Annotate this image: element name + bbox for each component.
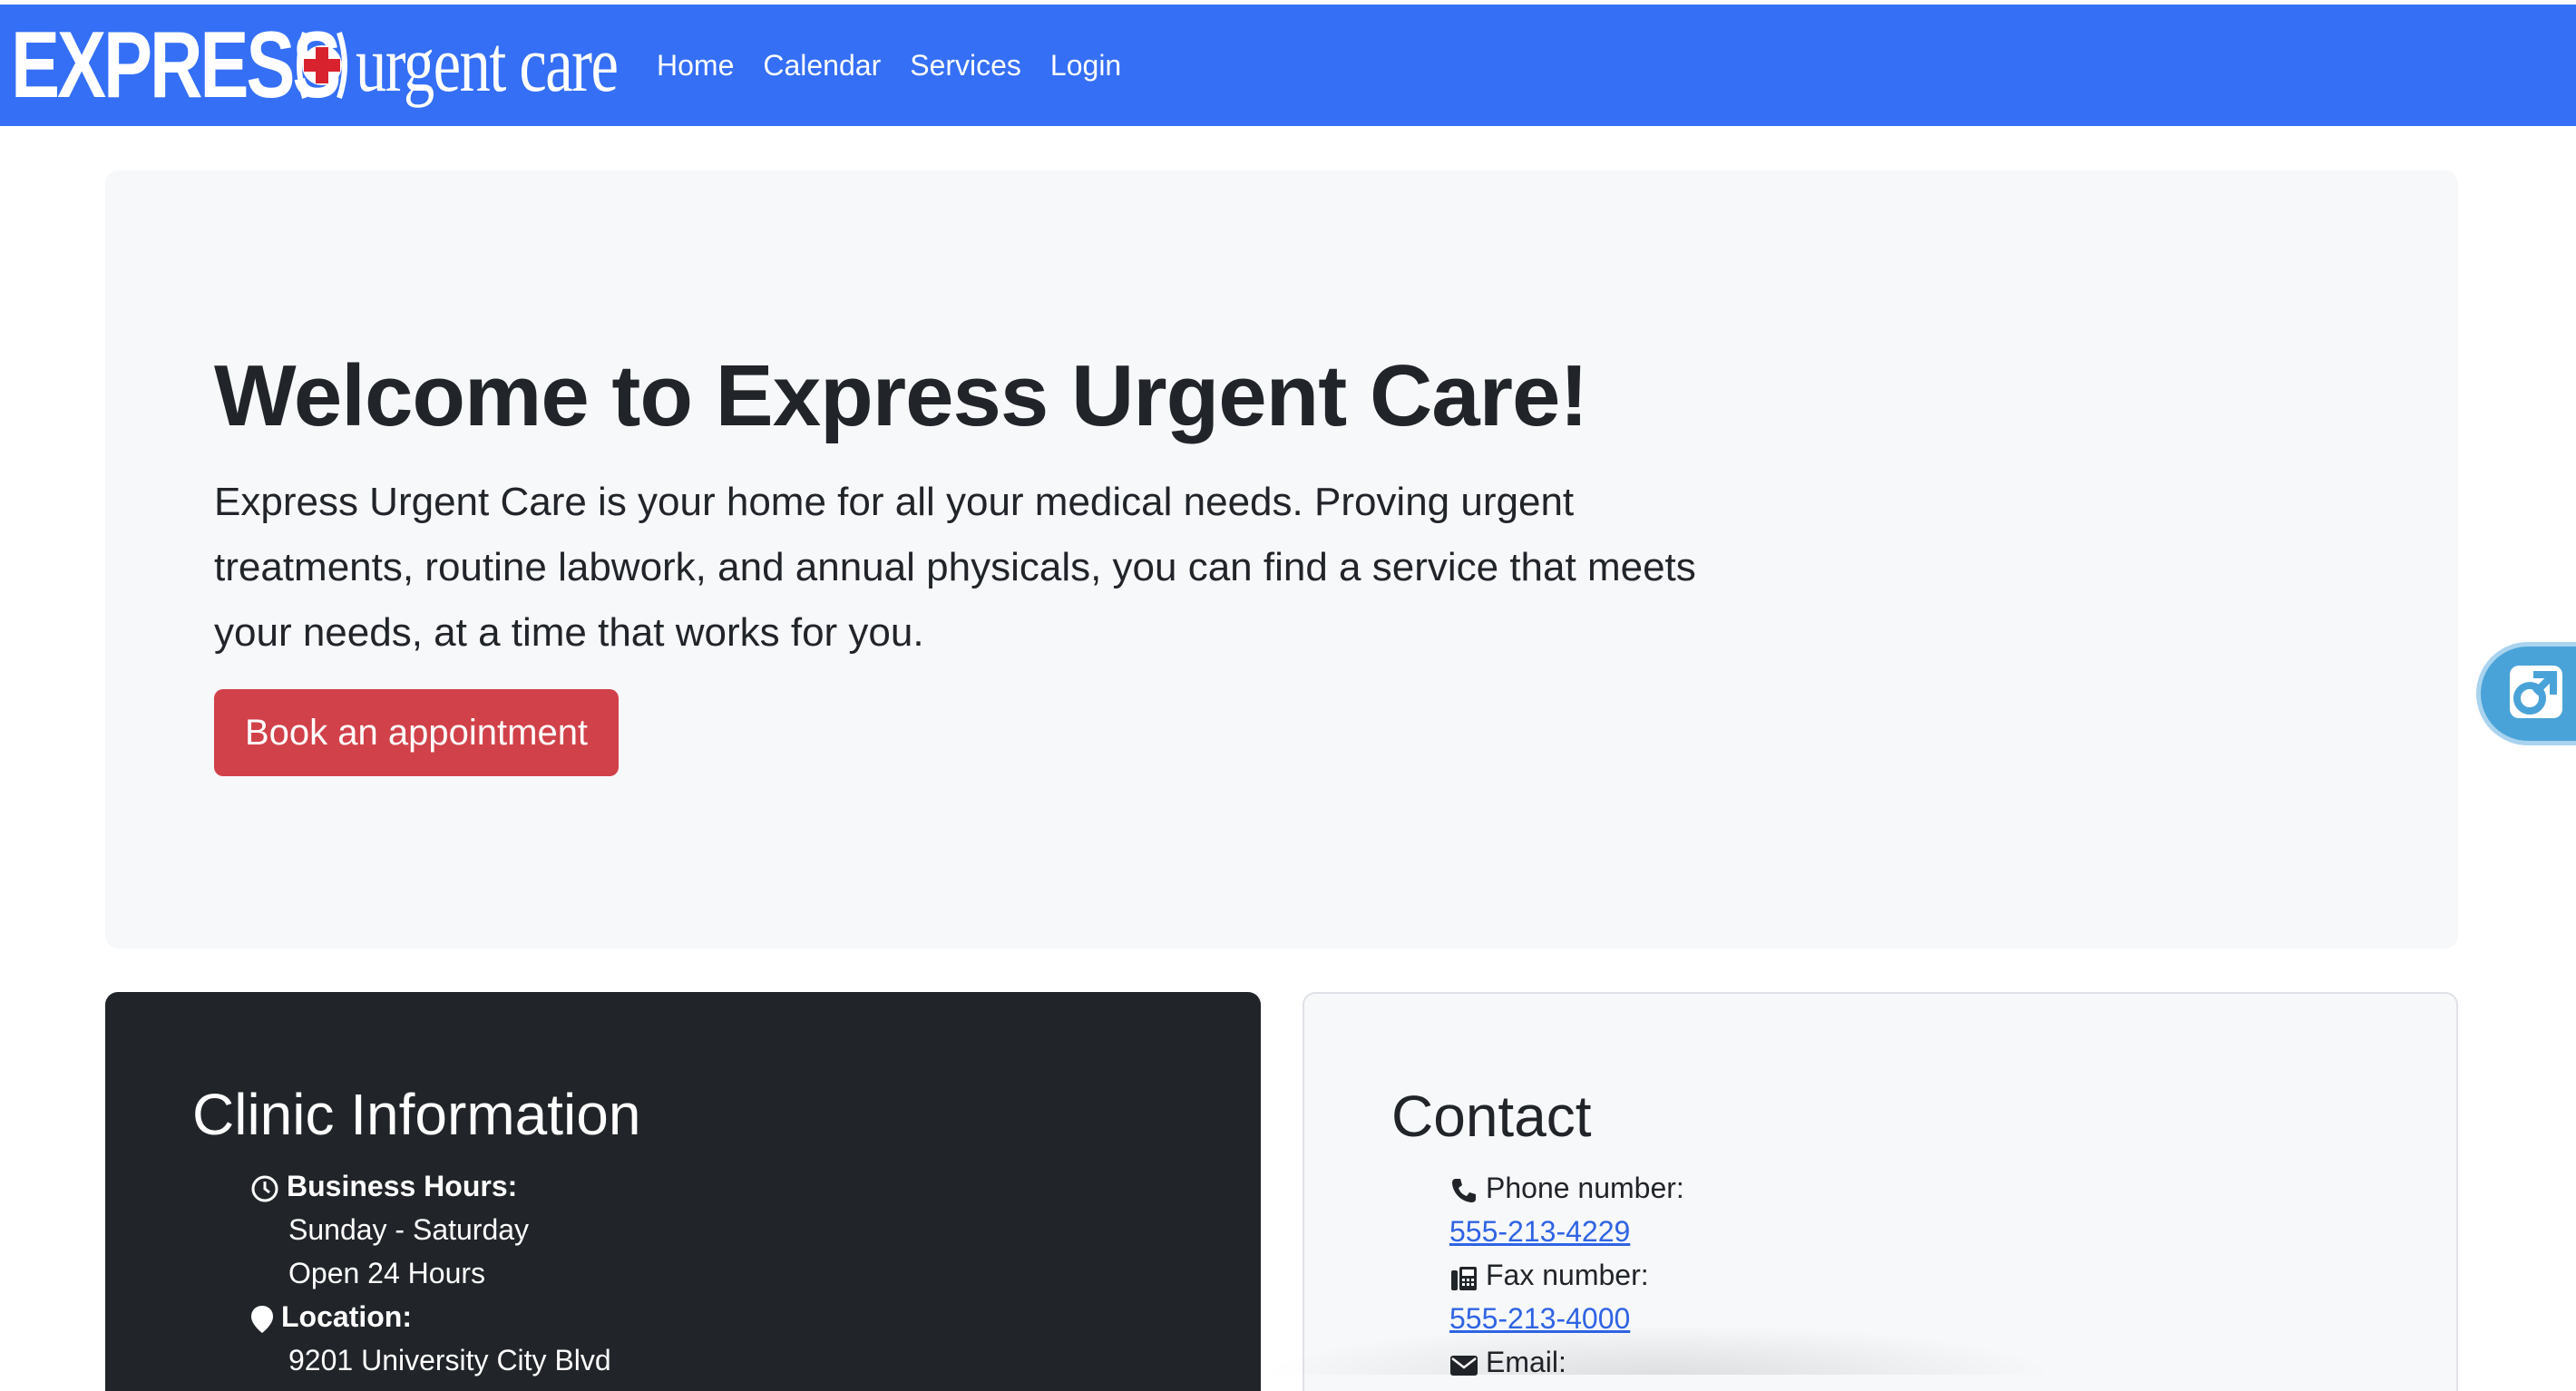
nav-home-link[interactable]: Home [642,49,748,83]
business-hours-label: Business Hours: [287,1170,518,1202]
hero-description: Express Urgent Care is your home for all… [214,480,1696,655]
brand-express-text: EXPRESS [11,13,342,118]
top-navbar: EXPRESS urgent care Home Calendar Servic… [0,5,2576,126]
location-row: Location: [250,1295,611,1338]
medical-cross-icon [292,27,352,103]
phone-label: Phone number: [1486,1172,1684,1204]
contact-list: Phone number: 555-213-4229 Fax number: 5… [1449,1166,1684,1384]
book-appointment-button[interactable]: Book an appointment [214,689,620,776]
email-label: Email: [1486,1346,1566,1378]
accessibility-widget-button[interactable] [2476,642,2576,745]
business-hours-row: Business Hours: [250,1164,611,1208]
clinic-information-title: Clinic Information [192,1082,641,1147]
phone-row: Phone number: [1449,1166,1684,1210]
accessibility-arrow-icon [2508,664,2564,725]
clinic-info-list: Business Hours: Sunday - Saturday Open 2… [250,1164,611,1382]
business-hours-time: Open 24 Hours [288,1257,486,1289]
nav-links: Home Calendar Services Login [642,49,1136,83]
nav-services-link[interactable]: Services [895,49,1036,83]
location-address: 9201 University City Blvd [288,1344,611,1376]
nav-calendar-link[interactable]: Calendar [748,49,895,83]
contact-title: Contact [1391,1084,1592,1149]
business-hours-days: Sunday - Saturday [288,1213,530,1246]
map-pin-icon [250,1302,274,1333]
brand-logo[interactable]: EXPRESS urgent care [0,5,628,126]
fax-row: Fax number: [1449,1253,1684,1297]
fax-number-link[interactable]: 555-213-4000 [1449,1302,1630,1335]
fax-icon [1449,1260,1478,1290]
clock-icon [250,1172,279,1202]
clinic-information-card: Clinic Information Business Hours: Sunda… [105,992,1261,1391]
email-row: Email: [1449,1340,1684,1384]
hero-jumbotron: Welcome to Express Urgent Care! Express … [105,170,2458,948]
fax-row-value: 555-213-4000 [1449,1297,1684,1340]
phone-row-value: 555-213-4229 [1449,1210,1684,1253]
brand-urgent-care-text: urgent care [356,21,619,109]
phone-number-link[interactable]: 555-213-4229 [1449,1215,1630,1248]
hero-title: Welcome to Express Urgent Care! [214,347,1588,444]
fax-label: Fax number: [1486,1259,1649,1291]
nav-login-link[interactable]: Login [1036,49,1136,83]
phone-icon [1449,1173,1478,1202]
envelope-icon [1449,1347,1478,1376]
contact-card: Contact Phone number: 555-213-4229 Fax n… [1303,992,2458,1391]
location-label: Location: [281,1300,412,1333]
